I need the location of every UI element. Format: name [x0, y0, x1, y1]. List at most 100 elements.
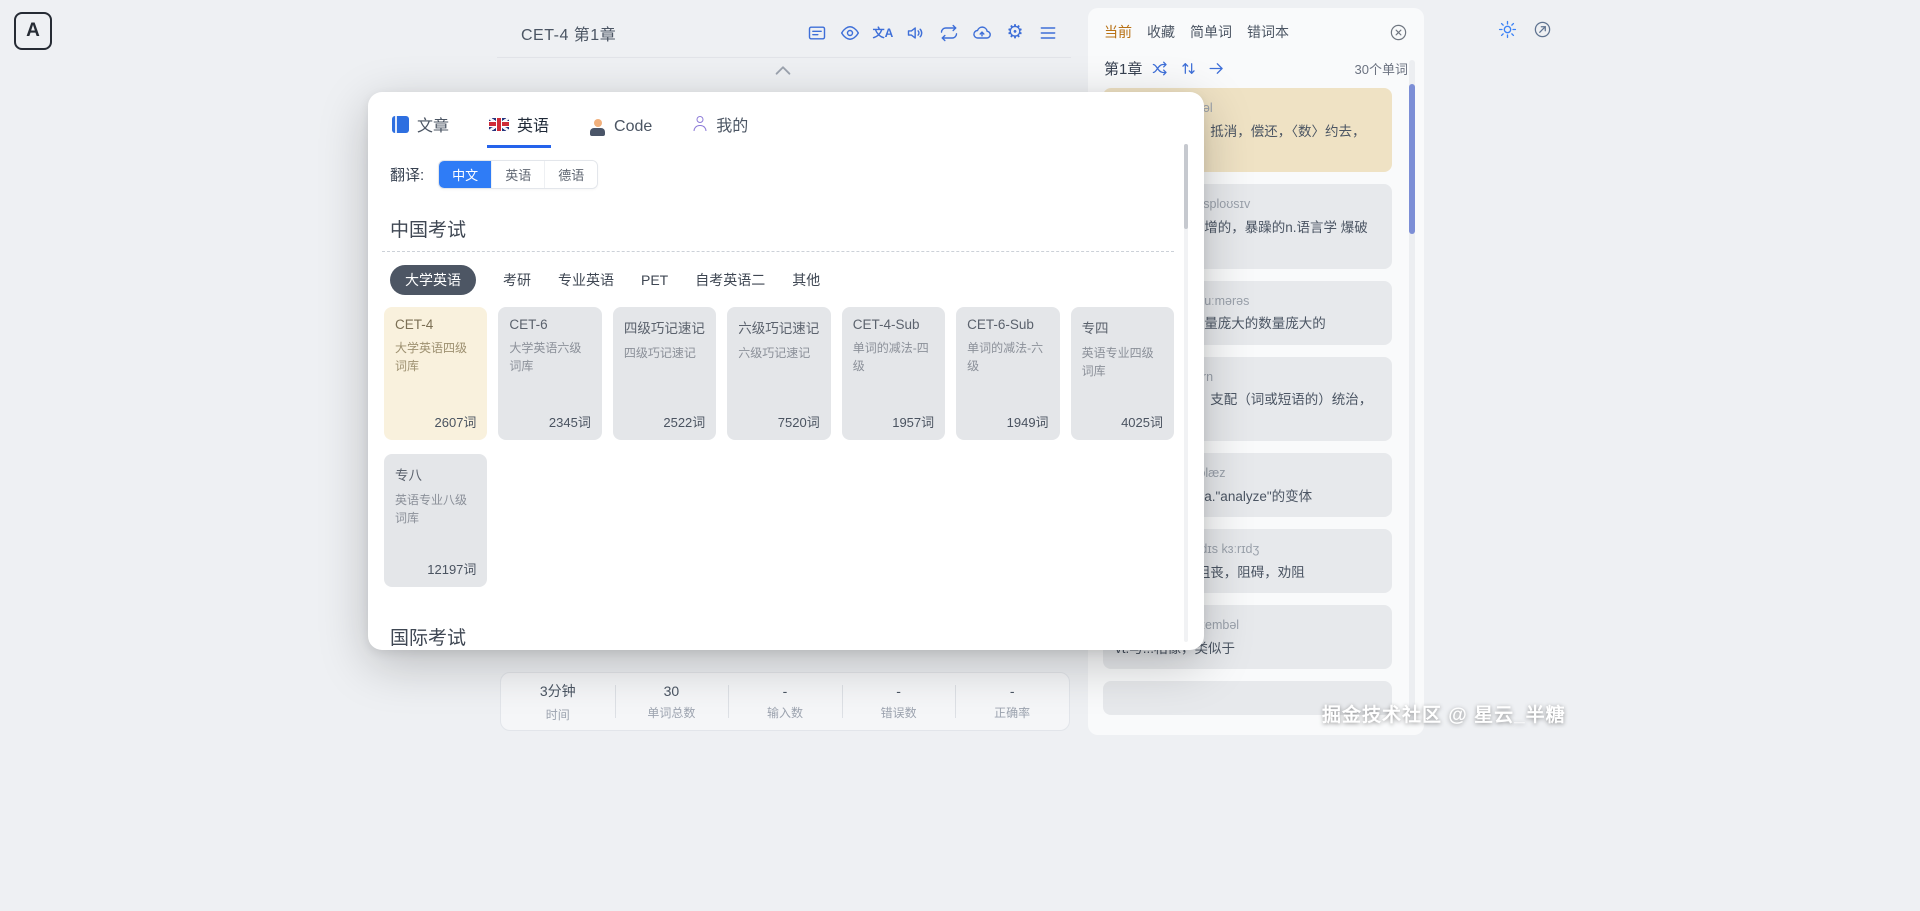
person-icon [692, 116, 708, 132]
dictionary-card-tem8[interactable]: 专八 英语专业八级词库 12197词 [384, 454, 488, 587]
stat-time: 3分钟 时间 [501, 673, 615, 730]
translate-icon[interactable]: 文A [870, 20, 896, 46]
stat-total-words: 30 单词总数 [614, 673, 729, 730]
stat-value: - [782, 682, 788, 699]
sidebar-tab-current[interactable]: 当前 [1104, 22, 1132, 42]
collapse-chevron-icon[interactable] [772, 62, 794, 78]
uk-flag-icon [489, 117, 510, 131]
dictionary-count: 1957词 [892, 415, 935, 430]
sidebar-tab-wrong-words[interactable]: 错词本 [1247, 22, 1289, 42]
dictionary-title: 六级巧记速记 [738, 321, 820, 336]
stat-accuracy: - 正确率 [955, 673, 1069, 730]
dictionary-desc: 大学英语六级词库 [509, 341, 582, 373]
coder-icon [589, 119, 606, 136]
app-logo[interactable]: A [14, 12, 52, 50]
sidebar-scrollbar-thumb[interactable] [1409, 84, 1415, 234]
settings-icon[interactable]: ⚙ [1002, 20, 1028, 46]
translate-option-english[interactable]: 英语 [491, 161, 545, 188]
tab-articles[interactable]: 文章 [390, 106, 451, 148]
dictionary-count: 4025词 [1121, 415, 1163, 430]
tab-code[interactable]: Code [587, 112, 654, 148]
dictionary-card-cet6-mnemonic[interactable]: 六级巧记速记 六级巧记速记 7520词 [727, 307, 831, 440]
category-pill[interactable]: 考研 [503, 270, 531, 290]
cloud-sync-icon[interactable] [969, 20, 995, 46]
dictionary-desc: 单词的减法-四级 [852, 341, 929, 373]
stats-bar: 3分钟 时间 30 单词总数 - 输入数 - 错误数 - 正确率 [500, 672, 1070, 731]
dictionary-card-cet4[interactable]: CET-4 大学英语四级词库 2607词 [384, 307, 488, 440]
section-title-international-exams: 国际考试 [390, 628, 467, 649]
translate-glyph: 文A [872, 25, 894, 40]
dictionary-modal: 文章 英语 Code 我的 翻译: 中文 英语 德语 中国考试 大学英语 考研 … [368, 92, 1204, 650]
modal-scrollbar[interactable] [1184, 144, 1188, 642]
sort-icon[interactable] [1179, 59, 1198, 78]
dictionary-card-cet4-sub[interactable]: CET-4-Sub 单词的减法-四级 1957词 [841, 307, 946, 440]
dictionary-card-cet6[interactable]: CET-6 大学英语六级词库 2345词 [498, 307, 602, 440]
translate-row: 翻译: 中文 英语 德语 [390, 160, 1174, 189]
visibility-icon[interactable] [837, 20, 863, 46]
tab-english[interactable]: 英语 [487, 106, 552, 148]
dictionary-count: 2607词 [434, 415, 477, 430]
gear-glyph: ⚙ [1006, 22, 1024, 43]
stat-label: 时间 [545, 707, 570, 722]
stat-value: 3分钟 [539, 682, 576, 699]
translate-label: 翻译: [390, 167, 425, 184]
page-title: CET-4 第1章 [521, 26, 617, 44]
guide-icon[interactable] [1531, 18, 1553, 40]
dictionary-count: 2522词 [663, 415, 706, 430]
dictionary-card-cet6-sub[interactable]: CET-6-Sub 单词的减法-六级 1949词 [956, 307, 1060, 440]
dictionary-desc: 单词的减法-六级 [967, 341, 1044, 373]
dictionary-count: 1949词 [1006, 415, 1049, 430]
header-bar: CET-4 第1章 文A ⚙ [497, 8, 1071, 58]
category-pill[interactable]: PET [641, 272, 668, 288]
dictionary-title: 四级巧记速记 [623, 321, 705, 336]
sidebar-tab-easy-words[interactable]: 简单词 [1190, 22, 1232, 42]
dictionary-count: 7520词 [777, 415, 820, 430]
stat-label: 输入数 [766, 705, 803, 720]
header-icon-group: 文A ⚙ [804, 20, 1061, 46]
tab-label: 我的 [716, 118, 749, 135]
category-pill[interactable]: 自考英语二 [695, 270, 765, 290]
loop-icon[interactable] [936, 20, 962, 46]
tab-mine[interactable]: 我的 [690, 106, 750, 148]
pronunciation-icon[interactable] [903, 20, 929, 46]
dictionary-desc: 六级巧记速记 [738, 346, 811, 360]
stat-value: - [1009, 682, 1015, 699]
dictionary-desc: 四级巧记速记 [623, 346, 696, 360]
modal-scrollbar-thumb[interactable] [1184, 144, 1188, 229]
category-pill[interactable]: 大学英语 [390, 265, 476, 295]
watermark: 掘金技术社区 @ 星云_半糖 [1322, 705, 1566, 726]
dictionary-card-cet4-mnemonic[interactable]: 四级巧记速记 四级巧记速记 2522词 [612, 307, 717, 440]
china-exam-categories: 大学英语 考研 专业英语 PET 自考英语二 其他 [390, 265, 1174, 295]
sidebar-scrollbar[interactable] [1409, 60, 1415, 723]
dictionary-title: 专四 [1081, 321, 1109, 336]
jump-next-icon[interactable] [1207, 59, 1226, 78]
chapter-row: 第1章 30个单词 [1088, 46, 1424, 83]
dictionary-title: CET-4 [395, 317, 434, 332]
close-icon[interactable] [1389, 23, 1408, 42]
theme-sun-icon[interactable] [1496, 18, 1518, 40]
book-icon [392, 115, 409, 133]
dictionary-card-tem4[interactable]: 专四 英语专业四级词库 4025词 [1070, 307, 1174, 440]
modal-tabs: 文章 英语 Code 我的 [382, 104, 1174, 148]
tab-label: Code [614, 118, 653, 135]
tab-label: 文章 [417, 118, 450, 135]
sidebar-tabs: 当前 收藏 简单词 错词本 [1088, 8, 1424, 46]
translate-option-chinese[interactable]: 中文 [439, 161, 492, 188]
translate-option-german[interactable]: 德语 [544, 161, 598, 188]
chapter-menu-icon[interactable] [1035, 20, 1061, 46]
dictionary-desc: 英语专业八级词库 [395, 493, 468, 525]
shuffle-icon[interactable] [1151, 59, 1170, 78]
chapter-label: 第1章 [1104, 61, 1143, 78]
sidebar-tab-favorites[interactable]: 收藏 [1147, 22, 1175, 42]
section-title-china-exams: 中国考试 [390, 220, 467, 241]
category-pill[interactable]: 专业英语 [558, 270, 614, 290]
dictation-toggle-icon[interactable] [804, 20, 830, 46]
dictionary-card-grid: CET-4 大学英语四级词库 2607词 CET-6 大学英语六级词库 2345… [384, 307, 1174, 587]
category-pill[interactable]: 其他 [792, 270, 820, 290]
app-root: A CET-4 第1章 文A ⚙ 当前 收藏 简单词 错词本 第1章 30个单词… [0, 0, 1920, 911]
stat-errors: - 错误数 [841, 673, 956, 730]
stat-inputs: - 输入数 [728, 673, 842, 730]
stat-label: 错误数 [880, 705, 917, 720]
dictionary-desc: 大学英语四级词库 [395, 341, 468, 373]
word-count: 30个单词 [1354, 62, 1408, 77]
